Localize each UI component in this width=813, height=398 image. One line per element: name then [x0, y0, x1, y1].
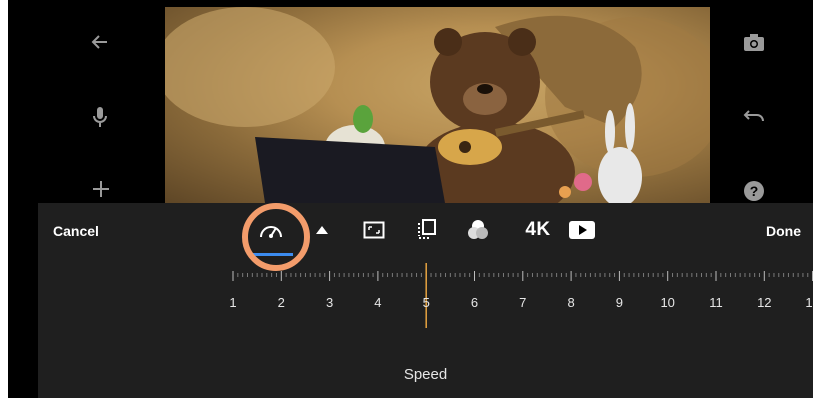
ruler-label: 3	[325, 295, 334, 310]
video-editor: ? Cancel Done 4K 12345678910111213 Sp	[8, 0, 813, 398]
ruler-label: 6	[470, 295, 479, 310]
ruler-label: 11	[709, 295, 723, 310]
speedometer-icon[interactable]	[257, 217, 285, 243]
ruler-label: 5	[422, 295, 430, 310]
help-icon[interactable]: ?	[743, 180, 765, 202]
layers-icon[interactable]	[412, 217, 440, 243]
speed-panel: Cancel Done 4K 12345678910111213 Speed	[38, 203, 813, 398]
crop-icon[interactable]	[360, 217, 388, 243]
ruler-label: 13	[805, 295, 813, 310]
4k-label[interactable]: 4K	[518, 217, 558, 243]
video-preview[interactable]	[165, 7, 710, 203]
cancel-button[interactable]: Cancel	[53, 223, 99, 239]
ruler-label: 10	[660, 295, 675, 310]
microphone-icon[interactable]	[92, 106, 108, 128]
camera-icon[interactable]	[743, 32, 765, 52]
ruler-label: 4	[374, 295, 382, 310]
ruler-label: 7	[519, 295, 527, 310]
back-arrow-icon[interactable]	[90, 32, 110, 52]
undo-icon[interactable]	[743, 108, 765, 124]
ruler-label: 8	[567, 295, 575, 310]
done-button[interactable]: Done	[766, 223, 801, 239]
ruler-label: 1	[229, 295, 237, 310]
panel-title: Speed	[403, 366, 448, 383]
play-icon[interactable]	[568, 217, 596, 243]
color-filter-icon[interactable]	[464, 217, 492, 243]
ruler-label: 12	[757, 295, 772, 310]
ruler-label: 9	[615, 295, 624, 310]
triangle-up-icon[interactable]	[308, 217, 336, 243]
selected-tool-indicator	[253, 253, 293, 256]
svg-text:?: ?	[750, 183, 759, 199]
ruler-label: 2	[277, 295, 285, 310]
add-icon[interactable]	[92, 180, 110, 198]
